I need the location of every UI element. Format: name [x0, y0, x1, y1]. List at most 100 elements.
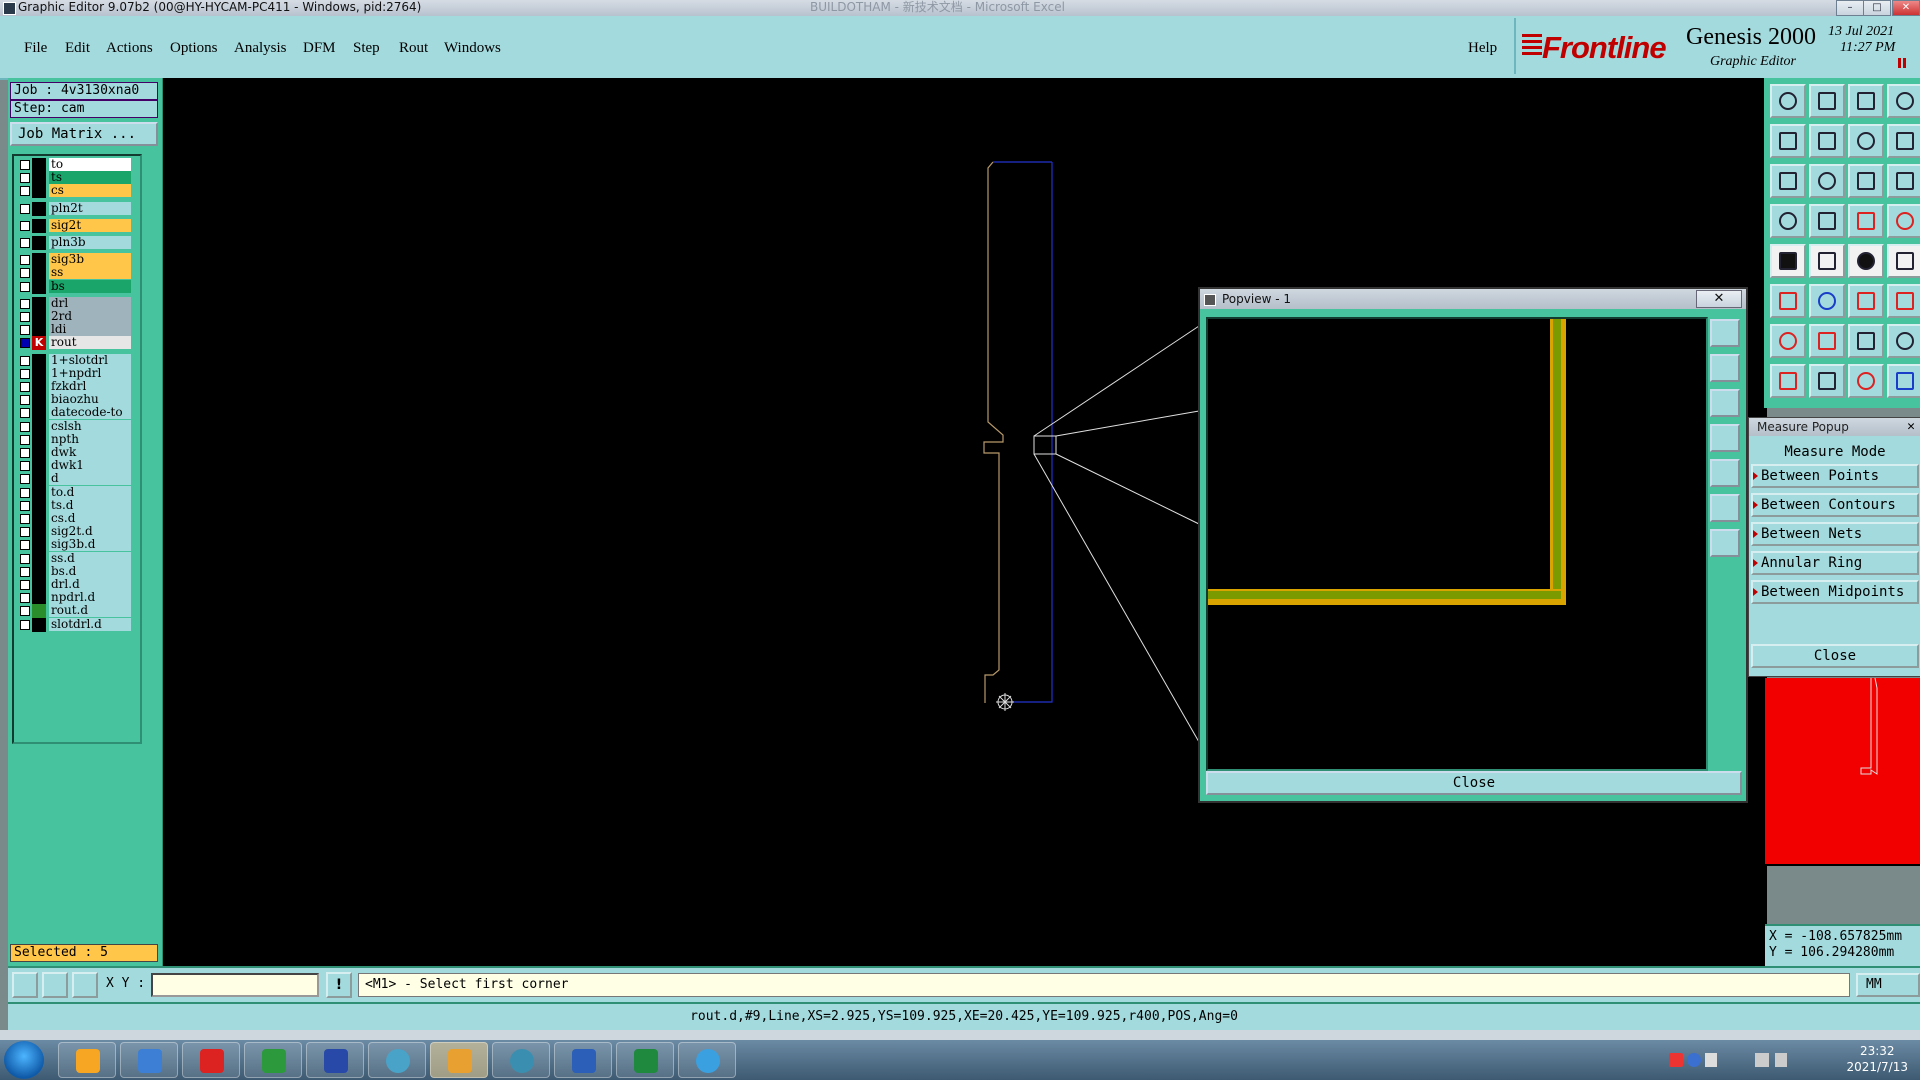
popview-pan-right-icon[interactable]: [1710, 459, 1740, 487]
taskbar-app-genesis[interactable]: [430, 1042, 488, 1078]
layer-checkbox[interactable]: [20, 173, 30, 184]
popview-pan-down-icon[interactable]: [1710, 389, 1740, 417]
layer-checkbox[interactable]: [20, 461, 30, 472]
overview-map[interactable]: [1765, 678, 1920, 866]
layer-state-marker[interactable]: [32, 201, 46, 216]
layer-checkbox[interactable]: [20, 395, 30, 406]
layer-state-marker[interactable]: [32, 266, 46, 281]
layer-state-marker[interactable]: [32, 432, 46, 447]
menu-windows[interactable]: Windows: [444, 40, 501, 57]
layer-checkbox[interactable]: [20, 540, 30, 551]
layer-state-marker[interactable]: [32, 472, 46, 487]
popview-close-button[interactable]: Close: [1206, 771, 1742, 795]
taskbar-app-p[interactable]: [244, 1042, 302, 1078]
popview-zoom-in-icon[interactable]: [1710, 319, 1740, 347]
rotate-icon[interactable]: [1848, 324, 1884, 358]
layer-row[interactable]: cs.d: [14, 512, 138, 526]
layer-row[interactable]: 1+npdrl: [14, 366, 138, 381]
layer-state-marker[interactable]: [32, 380, 46, 394]
layer-checkbox[interactable]: [20, 220, 30, 231]
xy-input[interactable]: [151, 973, 319, 997]
layer-checkbox[interactable]: [20, 514, 30, 524]
layer-checkbox[interactable]: [20, 312, 30, 322]
route-icon[interactable]: [1887, 204, 1920, 238]
layer-name[interactable]: drl.d: [49, 578, 131, 591]
layer-row[interactable]: fzkdrl: [14, 380, 138, 394]
help-query-icon[interactable]: [1887, 164, 1920, 198]
grid-mode-icon[interactable]: [72, 972, 98, 998]
layer-row[interactable]: cslsh: [14, 419, 138, 434]
layer-checkbox[interactable]: [20, 382, 30, 392]
line-icon[interactable]: [1848, 284, 1884, 318]
layer-name[interactable]: npth: [49, 432, 131, 446]
layer-row[interactable]: npdrl.d: [14, 591, 138, 606]
taskbar-app-notepad[interactable]: [120, 1042, 178, 1078]
layer-checkbox[interactable]: [20, 160, 30, 170]
menu-actions[interactable]: Actions: [106, 40, 153, 57]
layer-name[interactable]: biaozhu: [49, 393, 131, 407]
minimize-button[interactable]: –: [1836, 0, 1864, 16]
execute-button[interactable]: !: [326, 972, 352, 998]
layer-row[interactable]: datecode-to: [14, 406, 138, 421]
layer-checkbox[interactable]: [20, 368, 30, 379]
menu-edit[interactable]: Edit: [65, 40, 90, 57]
layer-row[interactable]: 2rd: [14, 310, 138, 324]
hline-icon[interactable]: [1809, 364, 1845, 398]
layer-row[interactable]: sig3b: [14, 253, 138, 268]
layer-name[interactable]: drl: [49, 296, 131, 310]
layer-row[interactable]: bs.d: [14, 564, 138, 579]
menu-file[interactable]: File: [24, 40, 47, 57]
layer-state-marker[interactable]: [32, 578, 46, 592]
taskbar-app-word[interactable]: [554, 1042, 612, 1078]
layer-row[interactable]: biaozhu: [14, 393, 138, 408]
ruler-icon[interactable]: [1848, 244, 1884, 278]
layer-checkbox[interactable]: [20, 355, 30, 366]
network-icon[interactable]: [1755, 1053, 1769, 1067]
menu-analysis[interactable]: Analysis: [234, 40, 287, 57]
layer-row[interactable]: ts: [14, 171, 138, 186]
layer-row[interactable]: cs: [14, 184, 138, 199]
measure-between-points[interactable]: Between Points: [1751, 464, 1919, 488]
taskbar-clock[interactable]: 23:32 2021/7/13: [1846, 1043, 1908, 1075]
layer-row[interactable]: pln2t: [14, 201, 138, 216]
net-icon[interactable]: [1848, 204, 1884, 238]
layer-name[interactable]: bs: [49, 279, 131, 293]
popview-center-icon[interactable]: [1710, 529, 1740, 557]
layer-name[interactable]: cslsh: [49, 419, 131, 433]
layer-checkbox[interactable]: [20, 580, 30, 590]
zoom-next-icon[interactable]: [1809, 124, 1845, 158]
layer-checkbox[interactable]: [20, 238, 30, 248]
help-icon[interactable]: [1687, 1053, 1701, 1067]
angle-mode-icon[interactable]: [42, 972, 68, 998]
layer-name[interactable]: sig3b.d: [49, 538, 131, 552]
layer-row[interactable]: to.d: [14, 485, 138, 500]
panel-icon[interactable]: [1887, 84, 1920, 118]
layer-name[interactable]: bs.d: [49, 564, 131, 578]
layer-state-marker[interactable]: [32, 459, 46, 474]
layer-name[interactable]: ts: [49, 171, 131, 185]
layer-name[interactable]: npdrl.d: [49, 591, 131, 605]
layer-name[interactable]: ss.d: [49, 551, 131, 565]
layer-checkbox[interactable]: [20, 487, 30, 498]
taskbar-app-excel[interactable]: [616, 1042, 674, 1078]
layer-checkbox[interactable]: [20, 619, 30, 630]
layer-row[interactable]: sig2t.d: [14, 525, 138, 540]
layer-name[interactable]: 2rd: [49, 310, 131, 323]
layer-state-marker[interactable]: [32, 485, 46, 500]
measure-between-midpoints[interactable]: Between Midpoints: [1751, 580, 1919, 604]
layer-name[interactable]: ss: [49, 266, 131, 280]
connect-icon[interactable]: [1770, 284, 1806, 318]
layer-name[interactable]: ldi: [49, 323, 131, 337]
layer-state-marker[interactable]: [32, 564, 46, 579]
layer-state-marker[interactable]: [32, 171, 46, 186]
taskbar-app-g[interactable]: [182, 1042, 240, 1078]
layer-row[interactable]: npth: [14, 432, 138, 447]
layer-name[interactable]: dwk: [49, 446, 131, 459]
measure-between-nets[interactable]: Between Nets: [1751, 522, 1919, 546]
dot-icon[interactable]: [1887, 244, 1920, 278]
cross-icon[interactable]: [1809, 284, 1845, 318]
layer-name[interactable]: sig2t.d: [49, 525, 131, 539]
layer-state-marker[interactable]: [32, 551, 46, 566]
layer-row[interactable]: sig3b.d: [14, 538, 138, 553]
layer-state-marker[interactable]: [32, 538, 46, 553]
